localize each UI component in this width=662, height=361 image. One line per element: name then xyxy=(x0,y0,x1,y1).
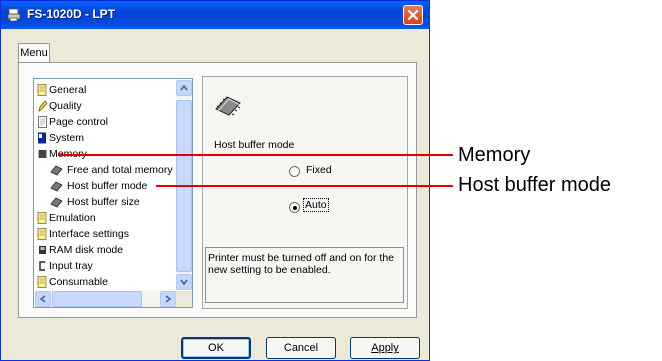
pencil-icon xyxy=(38,100,48,112)
scrollbar-corner xyxy=(176,291,192,307)
close-icon xyxy=(407,9,419,21)
host-buffer-mode-callout-line xyxy=(156,185,453,187)
scroll-left-button[interactable] xyxy=(35,291,51,307)
document-icon xyxy=(37,84,47,96)
tree-item-label: General xyxy=(49,84,87,96)
scroll-up-button[interactable] xyxy=(176,80,192,96)
tab-menu[interactable]: Menu xyxy=(18,43,50,63)
printer-settings-window: FS-1020D - LPT Menu General Quality Page… xyxy=(0,0,430,361)
printer-icon xyxy=(7,8,21,22)
menu-tree[interactable]: General Quality Page control System Memo… xyxy=(33,78,193,308)
chip-icon xyxy=(50,181,63,192)
title-bar[interactable]: FS-1020D - LPT xyxy=(1,1,429,29)
memory-callout-line xyxy=(58,154,453,156)
close-button[interactable] xyxy=(403,5,423,25)
chevron-right-icon xyxy=(165,295,172,303)
document-icon xyxy=(37,228,47,240)
tree-item-label: Input tray xyxy=(49,260,93,272)
cancel-button[interactable]: Cancel xyxy=(266,337,336,359)
tree-item-label: Emulation xyxy=(49,212,96,224)
tree-item-label: Quality xyxy=(49,100,82,112)
tree-item-label: Interface settings xyxy=(49,228,129,240)
apply-button-label: Apply xyxy=(371,342,399,354)
page-icon xyxy=(38,116,47,128)
tree-item-label: Free and total memory xyxy=(67,164,173,176)
tree-item-label: System xyxy=(49,132,85,144)
tree-item-label: Host buffer size xyxy=(67,196,140,208)
memory-chip-icon xyxy=(215,96,241,116)
chevron-down-icon xyxy=(180,279,188,286)
chevron-up-icon xyxy=(180,84,188,91)
panel-heading: Host buffer mode xyxy=(214,139,295,151)
tree-item-label: RAM disk mode xyxy=(49,244,124,256)
fixed-radio[interactable] xyxy=(289,166,300,177)
window-title: FS-1020D - LPT xyxy=(27,7,116,21)
chip-icon xyxy=(50,197,63,208)
memory-callout: Memory xyxy=(458,144,531,166)
memory-icon xyxy=(38,150,47,158)
chevron-left-icon xyxy=(39,295,46,303)
auto-radio-label[interactable]: Auto xyxy=(303,198,329,212)
tree-item-label: Host buffer mode xyxy=(67,180,148,192)
ok-button[interactable]: OK xyxy=(181,337,251,359)
chip-icon xyxy=(50,165,63,176)
apply-button[interactable]: Apply xyxy=(350,337,420,359)
restart-notice: Printer must be turned off and on for th… xyxy=(205,247,404,303)
tray-icon xyxy=(39,261,45,271)
horizontal-scrollbar[interactable] xyxy=(35,291,176,307)
auto-radio[interactable] xyxy=(289,202,300,213)
horizontal-scroll-thumb[interactable] xyxy=(52,291,142,307)
fixed-radio-label[interactable]: Fixed xyxy=(306,164,332,176)
scroll-down-button[interactable] xyxy=(176,274,192,290)
computer-icon xyxy=(38,132,46,144)
host-buffer-mode-callout: Host buffer mode xyxy=(458,174,612,196)
tree-item-label: Page control xyxy=(49,116,108,128)
document-icon xyxy=(37,212,47,224)
document-icon xyxy=(37,276,47,288)
disk-icon xyxy=(39,246,46,254)
scroll-right-button[interactable] xyxy=(160,291,176,307)
tree-item-label: Consumable xyxy=(49,276,108,288)
